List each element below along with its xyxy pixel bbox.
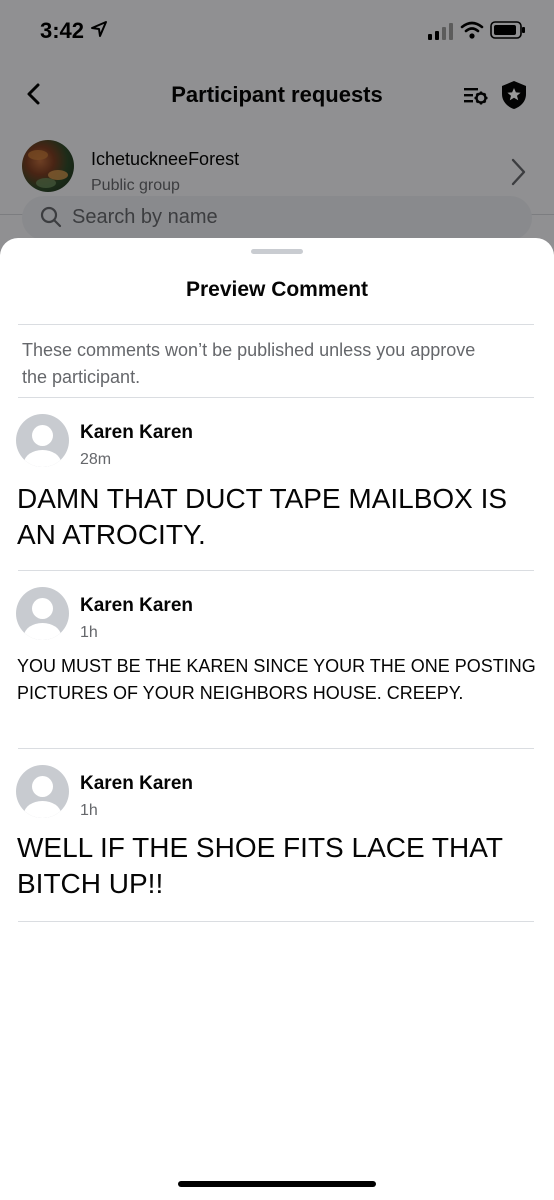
- divider: [18, 748, 534, 749]
- comment-text: DAMN THAT DUCT TAPE MAILBOX IS AN ATROCI…: [17, 483, 508, 550]
- divider: [18, 397, 534, 398]
- avatar: [16, 414, 69, 467]
- avatar: [16, 587, 69, 640]
- home-indicator[interactable]: [178, 1181, 376, 1187]
- divider: [18, 921, 534, 922]
- comment-text: YOU MUST BE THE KAREN SINCE YOUR THE ONE…: [17, 656, 536, 703]
- comment-author: Karen Karen: [80, 595, 193, 616]
- comment-time: 28m: [80, 451, 112, 468]
- avatar: [16, 765, 69, 818]
- comment-time: 1h: [80, 624, 98, 641]
- divider: [18, 570, 534, 571]
- sheet-title: Preview Comment: [185, 278, 369, 301]
- comment-time: 1h: [80, 802, 98, 819]
- divider: [18, 324, 534, 325]
- comment-item: Karen Karen 1h YOU MUST BE THE KAREN SIN…: [0, 587, 554, 749]
- comment-author: Karen Karen: [80, 422, 193, 443]
- comment-author: Karen Karen: [80, 773, 193, 794]
- comment-text: WELL IF THE SHOE FITS LACE THAT BITCH UP…: [17, 832, 503, 899]
- comment-item: Karen Karen 1h WELL IF THE SHOE FITS LAC…: [0, 765, 554, 921]
- comment-item: Karen Karen 28m DAMN THAT DUCT TAPE MAIL…: [0, 414, 554, 570]
- sheet-notice: These comments won’t be published unless…: [22, 340, 476, 387]
- preview-comment-sheet: Preview Comment These comments won’t be …: [0, 238, 554, 1200]
- sheet-grabber[interactable]: [251, 249, 303, 254]
